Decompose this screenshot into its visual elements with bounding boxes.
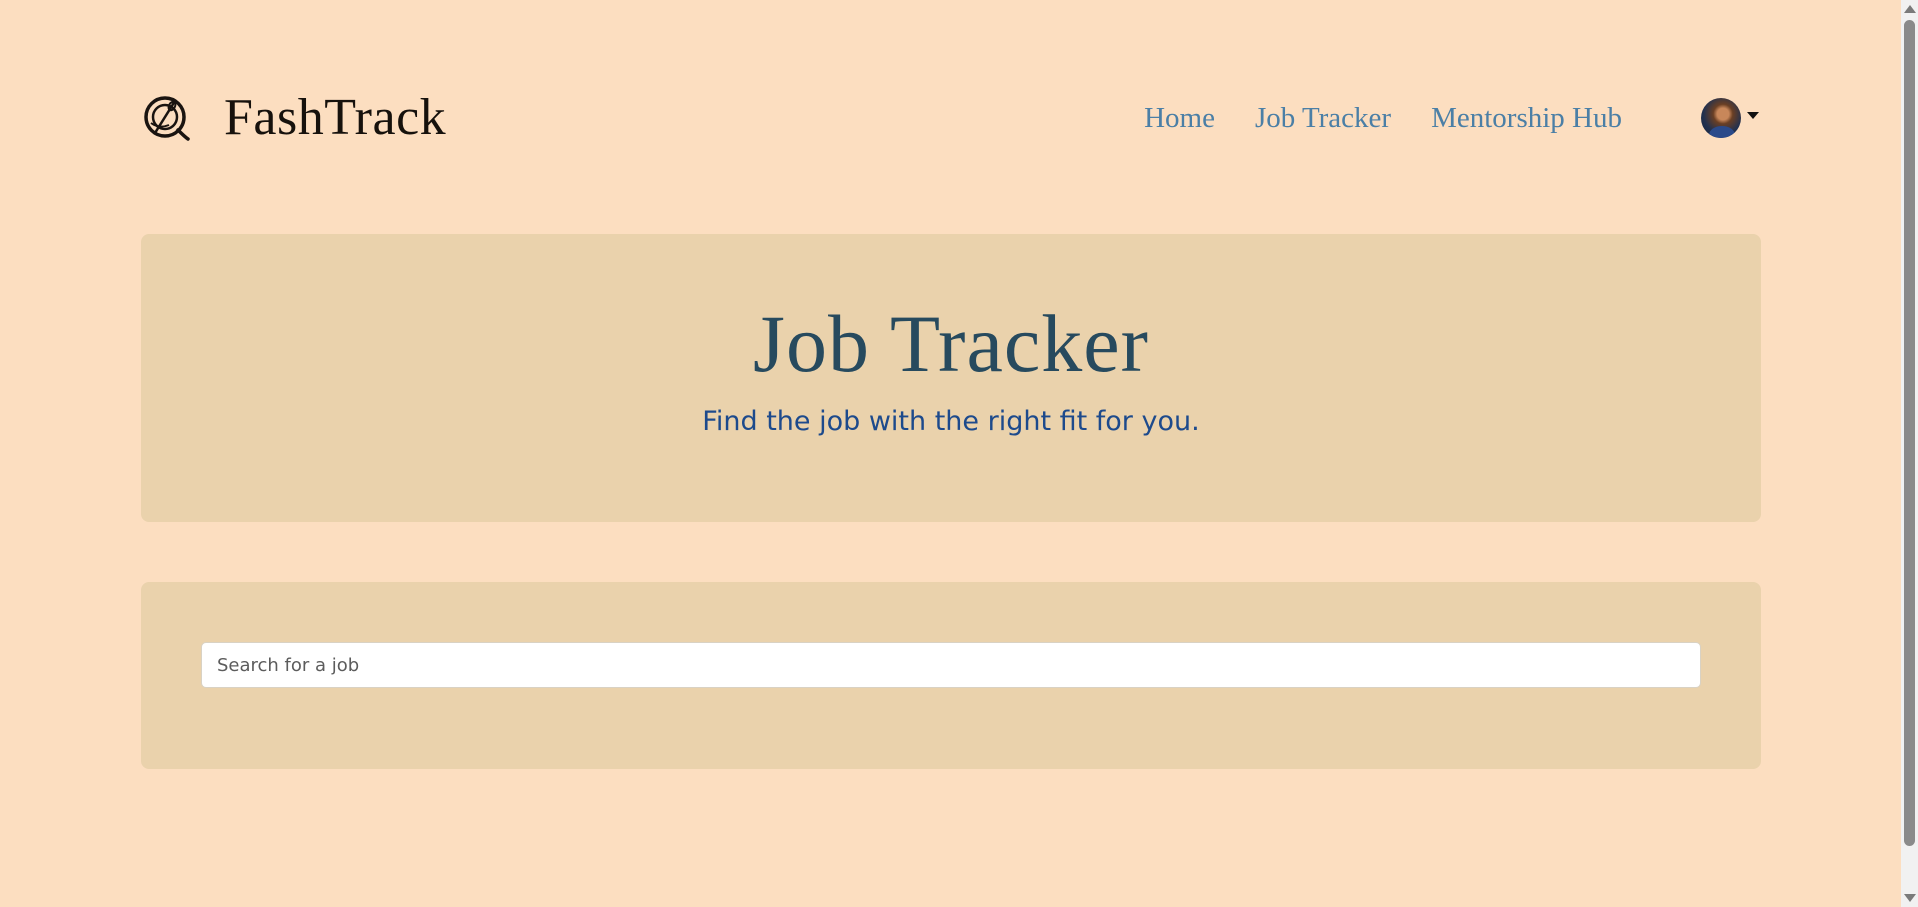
navbar: FashTrack Home Job Tracker Mentorship Hu… [141,88,1761,148]
brand-link[interactable]: FashTrack [141,88,446,148]
needle-thread-icon [144,96,190,141]
nav-links: Home Job Tracker Mentorship Hub [1144,88,1622,148]
page-title: Job Tracker [753,298,1149,389]
avatar [1701,98,1741,138]
hero-banner: Job Tracker Find the job with the right … [141,234,1761,522]
scroll-down-icon[interactable] [1904,894,1916,902]
search-input[interactable] [201,642,1701,688]
user-menu-toggle[interactable] [1701,95,1761,141]
search-panel [141,582,1761,769]
scroll-up-icon[interactable] [1904,5,1916,13]
nav-link-job-tracker[interactable]: Job Tracker [1255,102,1391,135]
caret-down-icon [1747,111,1759,119]
nav-link-mentorship-hub[interactable]: Mentorship Hub [1431,102,1622,135]
scroll-thumb[interactable] [1904,20,1915,846]
brand-name: FashTrack [224,89,447,146]
nav-link-home[interactable]: Home [1144,102,1215,135]
vertical-scrollbar[interactable] [1901,0,1918,907]
page-subtitle: Find the job with the right fit for you. [702,406,1200,437]
page: FashTrack Home Job Tracker Mentorship Hu… [0,0,1901,907]
